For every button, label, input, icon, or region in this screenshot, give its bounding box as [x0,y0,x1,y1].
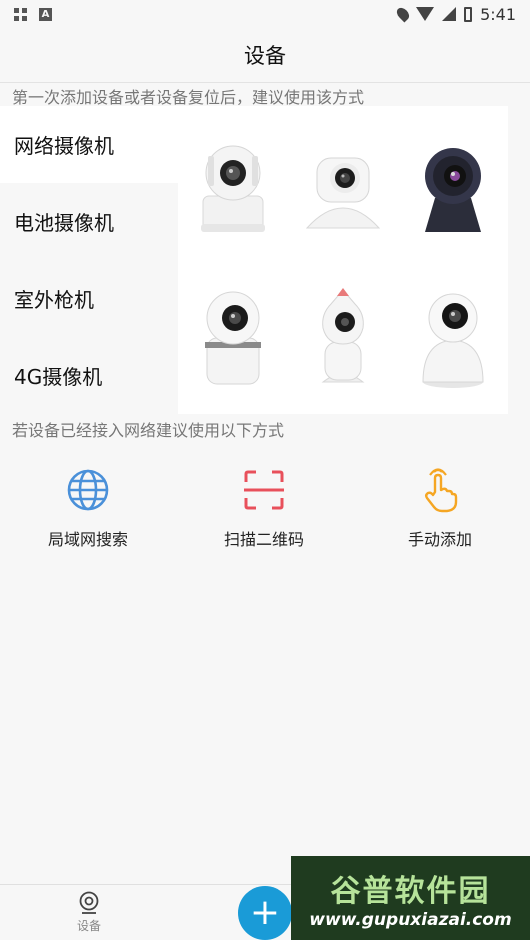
notification-grid-icon [14,7,27,21]
signal-icon [442,7,457,21]
lan-search-button[interactable]: 局域网搜索 [0,466,176,550]
camera-tab-icon [79,891,99,914]
watermark-title: 谷普软件园 [330,874,491,909]
camera-model-grid [178,106,508,414]
scan-qr-button[interactable]: 扫描二维码 [176,466,352,550]
camera-model-6[interactable] [413,282,493,392]
add-methods: 局域网搜索 扫描二维码 手动添加 [0,466,530,550]
globe-icon [67,469,109,511]
category-list: 网络摄像机 电池摄像机 室外枪机 4G摄像机 [0,106,178,414]
camera-model-3[interactable] [413,128,493,238]
status-bar: A 5:41 [0,0,530,28]
notification-a-icon: A [39,7,52,21]
battery-icon [464,6,473,22]
location-icon [394,5,412,23]
camera-model-5[interactable] [303,282,383,392]
networked-hint: 若设备已经接入网络建议使用以下方式 [12,421,285,440]
scan-qr-label: 扫描二维码 [223,530,304,549]
status-time: 5:41 [480,4,516,24]
wifi-icon [416,7,435,21]
scan-icon [244,470,284,510]
camera-model-1[interactable] [193,128,273,238]
new-device-hint: 第一次添加设备或者设备复位后，建议使用该方式 [12,88,365,107]
category-battery-camera[interactable]: 电池摄像机 [0,183,178,260]
watermark-logo: 谷普软件园 www.gupuxiazai.com [291,856,530,940]
category-network-camera[interactable]: 网络摄像机 [0,106,178,183]
manual-add-button[interactable]: 手动添加 [352,466,528,550]
camera-model-4[interactable] [193,282,273,392]
title-divider [0,82,530,83]
category-outdoor-camera[interactable]: 室外枪机 [0,260,178,337]
tab-device-label: 设备 [76,919,101,933]
page-title: 设备 [244,44,286,68]
camera-model-2[interactable] [303,128,383,238]
add-device-fab[interactable]: + [238,886,292,940]
tab-device[interactable]: 设备 [64,891,114,934]
lan-search-label: 局域网搜索 [47,530,128,549]
watermark-url: www.gupuxiazai.com [309,910,512,930]
hand-pointer-icon [425,468,458,513]
manual-add-label: 手动添加 [407,530,472,549]
category-4g-camera[interactable]: 4G摄像机 [0,337,178,414]
